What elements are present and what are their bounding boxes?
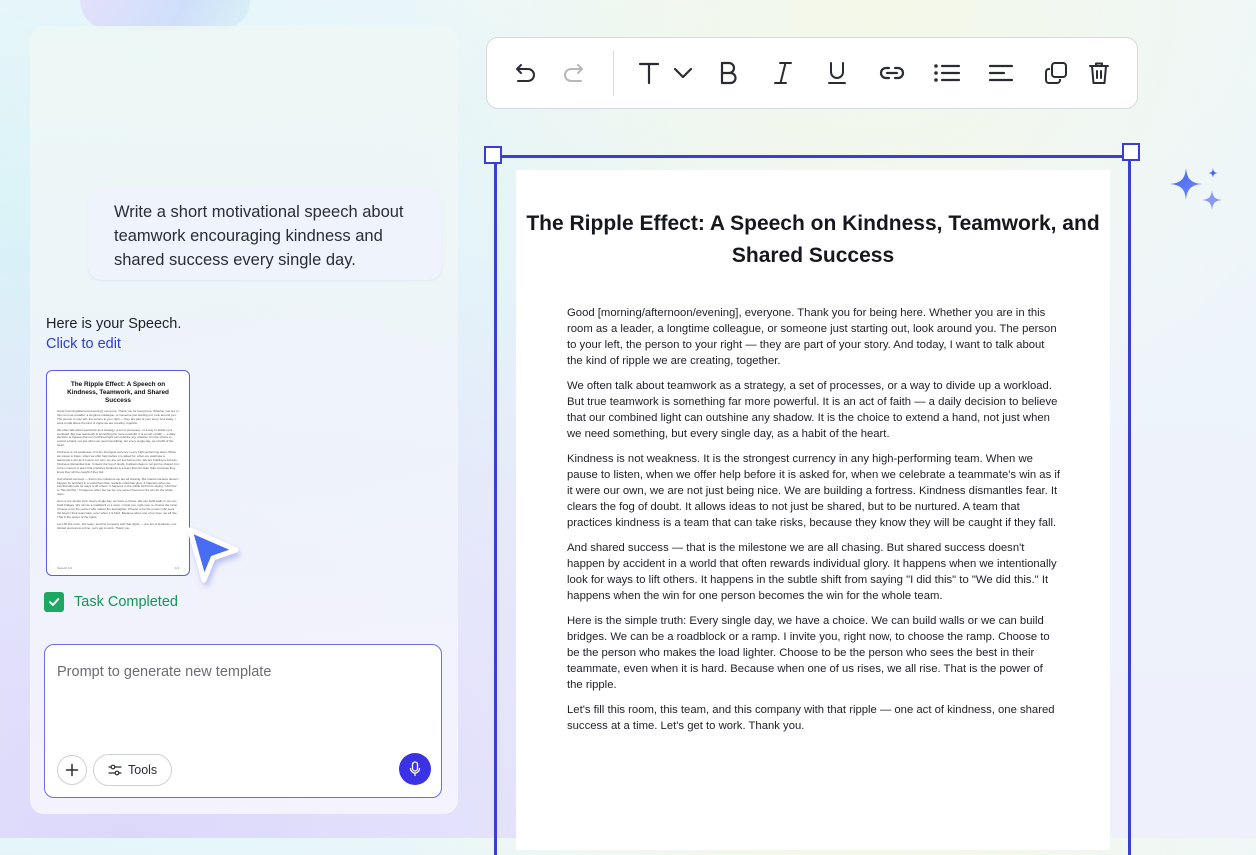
text-style-button[interactable] [633,57,665,89]
delete-button[interactable] [1083,57,1115,89]
thumbnail-paragraph: Good [morning/afternoon/evening], everyo… [57,409,179,425]
resize-handle-top-right[interactable] [1122,143,1140,161]
delete-icon [1089,62,1109,84]
toolbar-divider [613,50,614,96]
prompt-box: Tools [44,644,442,798]
sliders-icon [108,764,122,776]
thumbnail-paragraph: Let's fill this room, this team, and thi… [57,521,177,530]
duplicate-icon [1045,62,1067,84]
bulleted-list-icon [934,64,961,82]
redo-button[interactable] [558,57,590,89]
tools-button[interactable]: Tools [93,754,173,786]
thumbnail-paragraph: We often talk about teamwork as a strate… [57,427,176,448]
thumbnail-footer: Speech 1/1 1/1 [57,566,179,570]
task-status-label: Task Completed [74,594,178,610]
thumbnail-paragraph: Here is the simple truth: Every single d… [57,499,178,519]
bulleted-list-button[interactable] [931,57,963,89]
italic-button[interactable] [767,57,799,89]
assistant-reply: Here is your Speech. [46,316,182,332]
selection-frame [494,155,1131,855]
underline-icon [828,62,846,84]
chat-panel: Write a short motivational speech about … [30,26,458,814]
align-left-button[interactable] [985,57,1017,89]
duplicate-button[interactable] [1040,57,1072,89]
chevron-down-icon [673,67,693,79]
thumbnail-footer-left: Speech 1/1 [57,566,73,570]
undo-icon [516,64,535,82]
thumbnail-paragraph: And shared success — that is the milesto… [57,476,179,497]
link-icon [879,66,905,80]
checkbox-checked-icon [44,592,64,612]
undo-button[interactable] [509,57,541,89]
sparkle-icon [1170,168,1222,210]
pointer-cursor-icon [187,527,239,583]
microphone-button[interactable] [399,753,431,785]
underline-button[interactable] [821,57,853,89]
thumbnail-paragraph: Kindness is not weakness. It is the stro… [57,450,179,474]
microphone-icon [409,761,421,777]
resize-handle-top-left[interactable] [484,146,502,164]
tools-label: Tools [128,763,158,777]
task-status: Task Completed [44,592,178,612]
bold-button[interactable] [712,57,744,89]
plus-icon [65,763,79,777]
italic-icon [774,62,792,84]
redo-icon [564,64,583,82]
user-message-bubble: Write a short motivational speech about … [88,188,442,280]
add-button[interactable] [57,755,87,785]
align-left-icon [988,64,1014,82]
click-to-edit-link[interactable]: Click to edit [46,336,121,352]
link-button[interactable] [876,57,908,89]
prompt-input[interactable] [55,663,429,681]
formatting-toolbar [486,37,1138,109]
bold-icon [720,61,737,85]
thumbnail-title: The Ripple Effect: A Speech on Kindness,… [67,381,169,404]
text-style-dropdown[interactable] [667,57,699,89]
text-style-icon [638,62,660,85]
